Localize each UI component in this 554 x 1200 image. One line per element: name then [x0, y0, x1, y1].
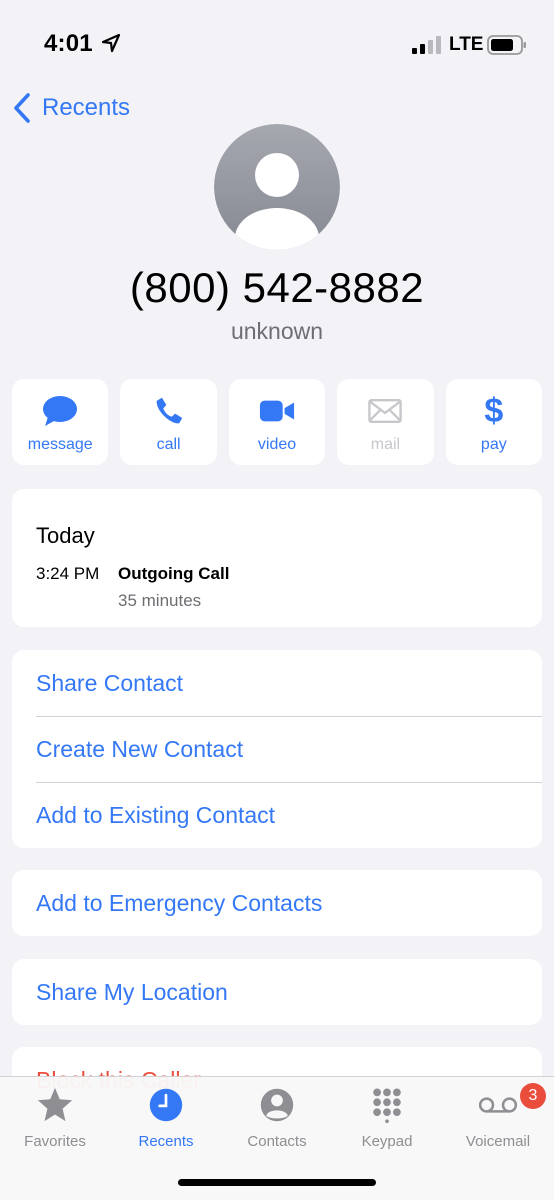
avatar	[214, 124, 340, 250]
dollar-icon: $	[484, 392, 504, 430]
call-history-card: Today 3:24 PM Outgoing Call 35 minutes	[12, 489, 542, 627]
pay-button-label: pay	[480, 436, 507, 453]
emergency-contacts-card: Add to Emergency Contacts	[12, 870, 542, 936]
tab-recents-label: Recents	[138, 1133, 194, 1150]
pay-button[interactable]: $ pay	[445, 379, 543, 465]
chevron-left-icon	[14, 93, 30, 123]
tab-voicemail-label: Voicemail	[465, 1133, 531, 1150]
cellular-signal-icon	[412, 36, 441, 54]
add-to-emergency-contacts-button[interactable]: Add to Emergency Contacts	[12, 870, 542, 936]
tab-recents[interactable]: Recents	[112, 1085, 220, 1155]
call-button-label: call	[156, 436, 181, 453]
tab-keypad-label: Keypad	[361, 1133, 413, 1150]
message-button-label: message	[27, 436, 93, 453]
contact-label: unknown	[230, 318, 324, 344]
video-button[interactable]: video	[228, 379, 326, 465]
add-to-existing-contact-button[interactable]: Add to Existing Contact	[12, 782, 542, 848]
home-indicator	[178, 1179, 376, 1186]
tab-keypad[interactable]: Keypad	[333, 1085, 441, 1155]
call-type: Outgoing Call	[118, 564, 230, 583]
voicemail-badge: 3	[520, 1083, 546, 1109]
quick-actions: message call video mail $ pay	[12, 379, 543, 465]
phone-icon	[156, 397, 182, 424]
person-silhouette-icon	[214, 124, 340, 250]
tab-favorites-label: Favorites	[24, 1133, 86, 1150]
call-time: 3:24 PM	[36, 564, 100, 583]
tab-favorites[interactable]: Favorites	[1, 1085, 109, 1155]
voicemail-icon	[478, 1097, 518, 1113]
network-type: LTE	[449, 34, 484, 55]
mail-button-label: mail	[370, 436, 401, 453]
share-my-location-button[interactable]: Share My Location	[12, 959, 542, 1025]
clock-icon	[149, 1088, 183, 1122]
call-duration: 35 minutes	[118, 591, 202, 610]
message-button[interactable]: message	[12, 379, 109, 465]
video-camera-icon	[259, 400, 295, 422]
mail-icon	[368, 398, 403, 424]
person-circle-icon	[260, 1088, 294, 1122]
status-time: 4:01	[44, 30, 93, 57]
contact-phone-number: (800) 542-8882	[129, 264, 425, 311]
tab-contacts-label: Contacts	[247, 1133, 307, 1150]
status-bar: 4:01 LTE	[0, 0, 554, 90]
contact-actions-card: Share Contact Create New Contact Add to …	[12, 650, 542, 848]
share-contact-button[interactable]: Share Contact	[12, 650, 542, 716]
message-icon	[43, 396, 78, 426]
share-location-card: Share My Location	[12, 959, 542, 1025]
call-button[interactable]: call	[120, 379, 217, 465]
battery-icon	[487, 35, 526, 55]
tab-contacts[interactable]: Contacts	[223, 1085, 331, 1155]
location-arrow-icon	[101, 33, 121, 53]
star-icon	[37, 1087, 73, 1122]
back-button[interactable]: Recents	[12, 88, 130, 128]
video-button-label: video	[257, 436, 297, 453]
create-new-contact-button[interactable]: Create New Contact	[12, 716, 542, 782]
back-button-label: Recents	[42, 94, 131, 121]
mail-button[interactable]: mail	[337, 379, 434, 465]
call-history-date: Today	[36, 523, 95, 548]
keypad-icon	[373, 1088, 401, 1123]
